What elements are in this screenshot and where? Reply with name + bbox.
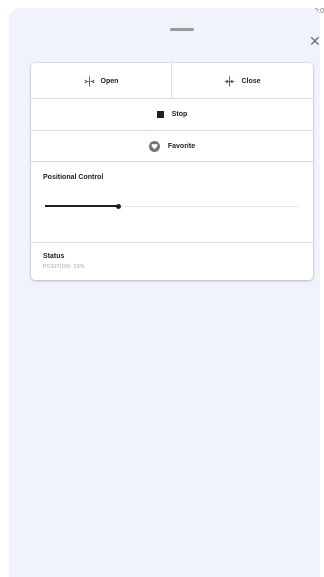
stop-label: Stop (171, 111, 188, 118)
status-title: Status (43, 253, 65, 260)
status-position-value: POSITION: 29% (43, 264, 85, 270)
favorite-label: Favorite (167, 142, 196, 150)
stop-square-icon (156, 111, 164, 118)
open-close-row: Open Close (31, 63, 313, 99)
open-button[interactable]: Open (31, 63, 172, 99)
slider-fill (45, 205, 119, 207)
position-slider[interactable] (45, 200, 299, 212)
drag-handle[interactable] (170, 28, 194, 31)
positional-control-title: Positional Control (43, 174, 104, 181)
close-arrows-icon (224, 76, 235, 87)
close-label: Close (241, 77, 261, 85)
close-icon[interactable]: ✕ (309, 34, 323, 48)
positional-control-section: Positional Control (31, 162, 313, 243)
screen: 9:0 ✕ Open Close Stop Favorite Positiona… (0, 0, 324, 577)
favorite-button[interactable]: Favorite (31, 131, 313, 161)
close-button[interactable]: Close (172, 63, 313, 99)
slider-thumb[interactable] (116, 203, 122, 209)
open-label: Open (100, 77, 119, 85)
stop-row: Stop (31, 99, 313, 131)
status-section: Status POSITION: 29% (31, 243, 313, 280)
device-control-card: Open Close Stop Favorite Positional Cont… (31, 63, 313, 280)
favorite-row: Favorite (31, 131, 313, 162)
stop-button[interactable]: Stop (31, 99, 313, 130)
open-arrows-icon (84, 76, 95, 87)
heart-circle-icon (148, 140, 160, 152)
